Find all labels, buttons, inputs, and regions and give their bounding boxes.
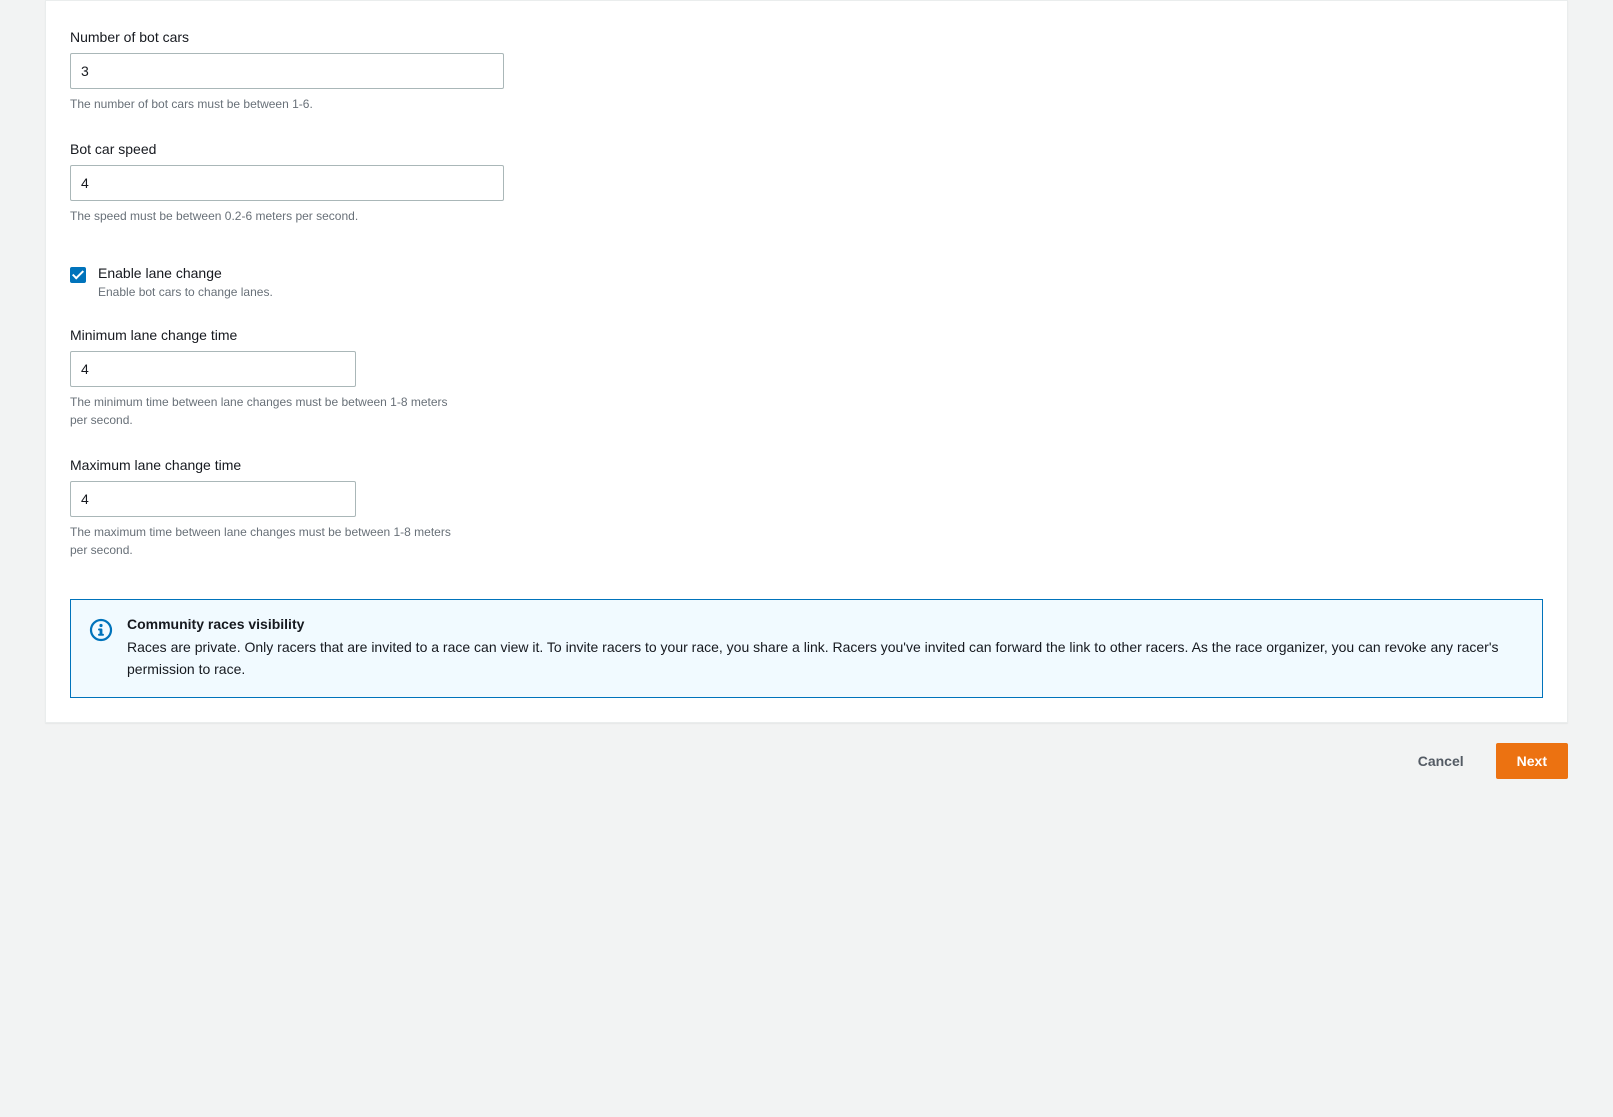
community-visibility-info: Community races visibility Races are pri… — [70, 599, 1543, 698]
info-text: Races are private. Only racers that are … — [127, 636, 1524, 681]
bot-car-speed-field: Bot car speed The speed must be between … — [70, 141, 1543, 225]
enable-lane-change-helper: Enable bot cars to change lanes. — [98, 285, 273, 299]
min-lane-change-time-helper: The minimum time between lane changes mu… — [70, 393, 460, 429]
bot-car-speed-label: Bot car speed — [70, 141, 1543, 157]
info-icon — [89, 618, 113, 642]
bot-car-speed-helper: The speed must be between 0.2-6 meters p… — [70, 207, 460, 225]
next-button[interactable]: Next — [1496, 743, 1568, 779]
cancel-button[interactable]: Cancel — [1398, 743, 1484, 779]
info-title: Community races visibility — [127, 616, 1524, 632]
max-lane-change-time-label: Maximum lane change time — [70, 457, 1543, 473]
enable-lane-change-label: Enable lane change — [98, 265, 273, 281]
max-lane-change-time-input[interactable] — [70, 481, 356, 517]
number-of-bot-cars-input[interactable] — [70, 53, 504, 89]
form-card: Number of bot cars The number of bot car… — [45, 0, 1568, 723]
enable-lane-change-labels: Enable lane change Enable bot cars to ch… — [98, 265, 273, 299]
min-lane-change-time-label: Minimum lane change time — [70, 327, 1543, 343]
number-of-bot-cars-field: Number of bot cars The number of bot car… — [70, 29, 1543, 113]
footer-actions: Cancel Next — [45, 743, 1568, 779]
number-of-bot-cars-helper: The number of bot cars must be between 1… — [70, 95, 460, 113]
min-lane-change-time-input[interactable] — [70, 351, 356, 387]
min-lane-change-time-field: Minimum lane change time The minimum tim… — [70, 327, 1543, 429]
max-lane-change-time-helper: The maximum time between lane changes mu… — [70, 523, 460, 559]
enable-lane-change-row: Enable lane change Enable bot cars to ch… — [70, 265, 1543, 299]
page-content: Number of bot cars The number of bot car… — [0, 0, 1613, 1117]
bot-car-speed-input[interactable] — [70, 165, 504, 201]
number-of-bot-cars-label: Number of bot cars — [70, 29, 1543, 45]
info-content: Community races visibility Races are pri… — [127, 616, 1524, 681]
max-lane-change-time-field: Maximum lane change time The maximum tim… — [70, 457, 1543, 559]
enable-lane-change-checkbox[interactable] — [70, 267, 86, 283]
